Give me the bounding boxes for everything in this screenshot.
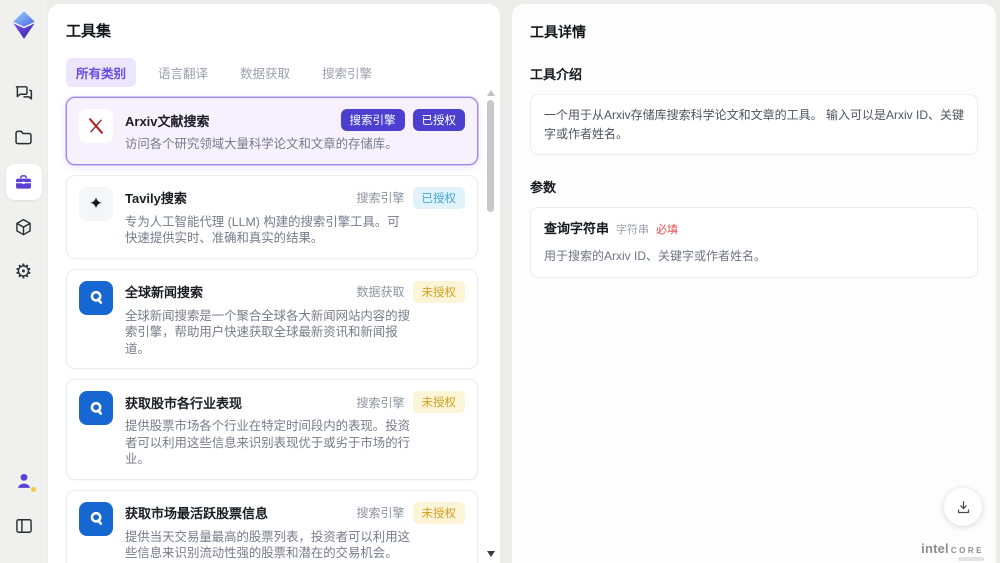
tool-item-body: Tavily搜索 搜索引擎 已授权 专为人工智能代理 (LLM) 构建的搜索引擎… xyxy=(125,186,465,247)
nav-files-button[interactable] xyxy=(6,119,42,155)
param-name: 查询字符串 xyxy=(544,221,610,237)
news-icon xyxy=(79,501,113,536)
category-tabs: 所有类别 语言翻译 数据获取 搜索引擎 xyxy=(66,58,500,87)
tab-data-fetching[interactable]: 数据获取 xyxy=(230,58,300,87)
status-badge: 已授权 xyxy=(412,186,465,209)
collapse-panel-button[interactable] xyxy=(6,508,42,544)
tool-item-tavily[interactable]: ✦ Tavily搜索 搜索引擎 已授权 专为人工智能代理 (LLM) 构建的搜索… xyxy=(66,174,478,259)
params-heading: 参数 xyxy=(530,180,557,196)
tool-details-panel: 工具详情 工具介绍 一个用于从Arxiv存储库搜索科学论文和文章的工具。 输入可… xyxy=(512,4,996,563)
panel-toggle-icon xyxy=(15,519,32,533)
nav-tools-button[interactable] xyxy=(5,164,42,200)
tab-language-translation[interactable]: 语言翻译 xyxy=(148,58,218,87)
tab-search-engine[interactable]: 搜索引擎 xyxy=(312,58,382,87)
tool-name: 获取股市各行业表现 xyxy=(125,395,243,411)
briefcase-icon xyxy=(16,174,31,189)
status-badge: 未授权 xyxy=(412,280,465,303)
tool-item-global-news[interactable]: 全球新闻搜索 数据获取 未授权 全球新闻搜索是一个聚合全球各大新闻网站内容的搜索… xyxy=(66,268,478,369)
news-icon xyxy=(79,280,113,315)
nav-settings-button[interactable]: ⚙ xyxy=(6,254,42,290)
tool-name: Arxiv文献搜索 xyxy=(125,113,210,129)
intel-logo-sub: core xyxy=(950,544,984,556)
arxiv-icon xyxy=(79,109,113,143)
tool-description: 全球新闻搜索是一个聚合全球各大新闻网站内容的搜索引擎，帮助用户快速获取全球最新资… xyxy=(125,308,410,356)
intel-core-logo: intel core xyxy=(921,541,984,556)
list-scrollbar[interactable] xyxy=(486,90,495,557)
tools-panel: 工具集 所有类别 语言翻译 数据获取 搜索引擎 Arxiv文献搜索 搜索引擎 已… xyxy=(48,4,500,563)
tool-item-active-stocks[interactable]: 获取市场最活跃股票信息 搜索引擎 未授权 提供当天交易量最高的股票列表，投资者可… xyxy=(66,489,478,563)
folder-icon xyxy=(15,130,32,144)
gear-icon: ⚙ xyxy=(14,261,33,283)
tool-item-arxiv[interactable]: Arxiv文献搜索 搜索引擎 已授权 访问各个研究领域大量科学论文和文章的存储库… xyxy=(66,97,478,165)
app-sidebar: ⚙ xyxy=(0,0,47,563)
intel-logo-word: intel xyxy=(921,541,949,556)
tool-list: Arxiv文献搜索 搜索引擎 已授权 访问各个研究领域大量科学论文和文章的存储库… xyxy=(66,97,478,563)
param-required-badge: 必填 xyxy=(656,224,679,237)
tool-item-body: 获取市场最活跃股票信息 搜索引擎 未授权 提供当天交易量最高的股票列表，投资者可… xyxy=(125,501,465,562)
category-badge: 搜索引擎 xyxy=(340,109,405,131)
tool-item-body: 获取股市各行业表现 搜索引擎 未授权 提供股票市场各个行业在特定时间段内的表现。… xyxy=(125,391,465,468)
tool-name: 全球新闻搜索 xyxy=(125,285,204,300)
tool-item-body: 全球新闻搜索 数据获取 未授权 全球新闻搜索是一个聚合全球各大新闻网站内容的搜索… xyxy=(125,280,465,358)
intro-heading: 工具介绍 xyxy=(530,67,583,82)
page-title: 工具集 xyxy=(66,23,112,40)
tool-description: 提供当天交易量最高的股票列表，投资者可以利用这些信息来识别流动性强的股票和潜在的… xyxy=(125,529,410,561)
tool-description: 提供股票市场各个行业在特定时间段内的表现。投资者可以利用这些信息来识别表现优于或… xyxy=(125,419,410,466)
tool-name: 获取市场最活跃股票信息 xyxy=(125,506,269,521)
chat-icon xyxy=(15,85,33,100)
user-profile-button[interactable] xyxy=(6,463,42,499)
intel-ultra-mark xyxy=(958,557,984,561)
tool-description: 专为人工智能代理 (LLM) 构建的搜索引擎工具。可快速提供实时、准确和真实的结… xyxy=(125,214,400,246)
category-label: 搜索引擎 xyxy=(356,506,405,520)
cube-icon xyxy=(16,218,31,235)
scroll-down-arrow-icon[interactable] xyxy=(487,551,495,557)
tool-description: 访问各个研究领域大量科学论文和文章的存储库。 xyxy=(125,137,398,151)
download-button[interactable] xyxy=(944,488,982,526)
tavily-icon: ✦ xyxy=(79,186,113,221)
param-type: 字符串 xyxy=(616,224,650,237)
news-icon xyxy=(79,391,113,425)
tool-item-sector-performance[interactable]: 获取股市各行业表现 搜索引擎 未授权 提供股票市场各个行业在特定时间段内的表现。… xyxy=(66,379,478,480)
user-status-dot xyxy=(29,486,37,493)
tab-all-categories[interactable]: 所有类别 xyxy=(66,58,137,87)
scroll-up-arrow-icon[interactable] xyxy=(487,90,495,96)
category-label: 搜索引擎 xyxy=(356,395,405,410)
status-badge: 未授权 xyxy=(412,501,465,524)
status-badge: 未授权 xyxy=(412,391,465,413)
tool-name: Tavily搜索 xyxy=(125,191,187,206)
param-box: 查询字符串 字符串 必填 用于搜索的Arxiv ID、关键字或作者姓名。 xyxy=(530,207,978,278)
download-icon xyxy=(957,500,969,513)
nav-models-button[interactable] xyxy=(6,209,42,245)
status-badge: 已授权 xyxy=(412,109,465,131)
details-title: 工具详情 xyxy=(530,24,586,40)
category-label: 搜索引擎 xyxy=(356,191,405,205)
scrollbar-thumb[interactable] xyxy=(487,100,494,212)
nav-chat-button[interactable] xyxy=(6,74,42,110)
param-description: 用于搜索的Arxiv ID、关键字或作者姓名。 xyxy=(544,249,767,264)
app-logo-icon xyxy=(12,11,35,39)
tool-item-body: Arxiv文献搜索 搜索引擎 已授权 访问各个研究领域大量科学论文和文章的存储库… xyxy=(125,109,465,153)
category-label: 数据获取 xyxy=(356,285,405,299)
intro-box: 一个用于从Arxiv存储库搜索科学论文和文章的工具。 输入可以是Arxiv ID… xyxy=(530,94,978,156)
